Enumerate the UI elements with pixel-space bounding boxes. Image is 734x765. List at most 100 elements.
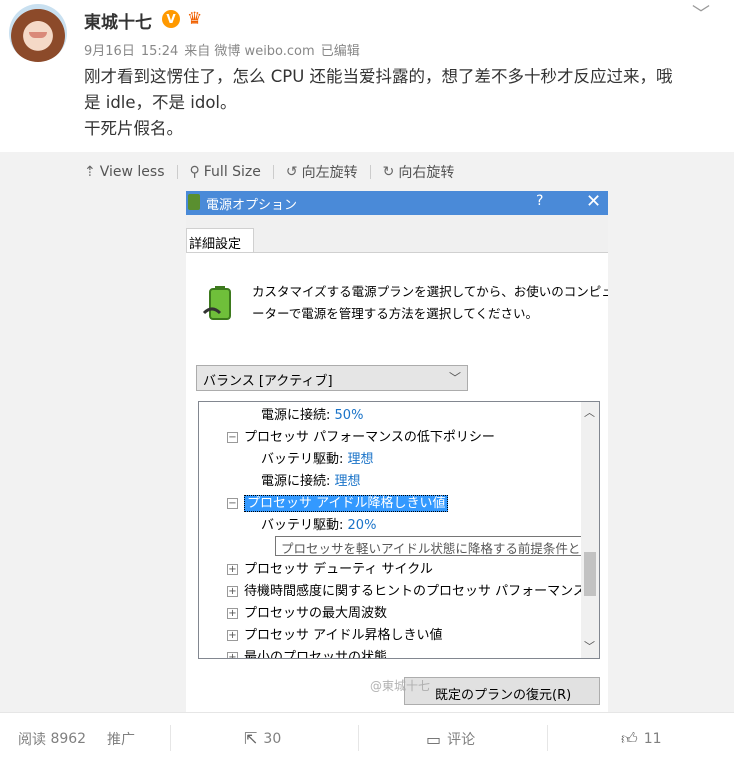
rotate-left-button[interactable]: ↺ 向左旋转: [286, 162, 358, 182]
thumbs-up-icon: 👍︎: [621, 729, 638, 748]
verified-badge-icon: V: [162, 10, 180, 28]
chevron-down-icon[interactable]: ﹀: [692, 0, 716, 25]
rotate-left-label: 向左旋转: [301, 165, 358, 181]
divider: [176, 165, 178, 179]
full-size-label: Full Size: [203, 164, 261, 180]
power-plan-select: バランス [アクティブ] ﹀: [196, 365, 468, 391]
chevron-down-icon: ﹀: [448, 371, 461, 385]
arrow-up-icon: ⇡: [84, 164, 96, 180]
like-count: 11: [643, 731, 662, 747]
scroll-thumb: [584, 552, 596, 596]
content-line: 是 idle，不是 idol。: [84, 93, 237, 112]
rotate-right-label: 向右旋转: [398, 165, 455, 181]
dialog-titlebar: 電源オプション ? ✕: [186, 191, 608, 215]
view-less-button[interactable]: ⇡ View less: [84, 164, 165, 180]
expand-icon: +: [227, 586, 238, 597]
tree-row-label: 待機時間感度に関するヒントのプロセッサ パフォーマンス: [244, 584, 586, 599]
expand-icon: +: [227, 630, 238, 641]
crown-icon: ♛: [187, 9, 203, 29]
settings-tree: 電源に接続: 50% − プロセッサ パフォーマンスの低下ポリシー バッテリ駆動: 理…: [198, 401, 600, 659]
tree-row: バッテリ駆動: 理想: [261, 450, 374, 472]
like-button[interactable]: 👍︎ 11: [621, 729, 662, 749]
power-options-screenshot[interactable]: 電源オプション ? ✕ 詳細設定 カスタマイズする電源プランを選択してから、お使…: [186, 191, 608, 712]
weibo-post: 東城十七 V ♛ ﹀ 9月16日 15:24 来自 微博 weibo.com 已编辑 …: [0, 0, 734, 765]
tree-row-value: 20%: [347, 518, 377, 533]
full-size-button[interactable]: ⚲ Full Size: [190, 164, 261, 180]
tree-row-label: プロセッサ デューティ サイクル: [244, 562, 433, 577]
post-date[interactable]: 9月16日: [84, 44, 135, 59]
rotate-left-icon: ↺: [285, 164, 298, 180]
media-toolbar: ⇡ View less ⚲ Full Size ↺ 向左旋转 ↻ 向右旋转: [84, 162, 454, 182]
tree-row-label: バッテリ駆動:: [261, 452, 344, 467]
collapse-icon: −: [227, 432, 238, 443]
tab-advanced-settings: 詳細設定: [186, 228, 254, 253]
tree-row: 電源に接続: 50%: [261, 406, 363, 428]
close-icon: ✕: [586, 191, 602, 212]
promote-button[interactable]: 推广: [107, 729, 135, 749]
read-count: 阅读 8962: [18, 729, 86, 749]
divider: [358, 725, 359, 751]
description-line: ーターで電源を管理する方法を選択してください。: [252, 306, 539, 321]
repost-count: 30: [263, 730, 282, 747]
tree-row-label: 最小のプロセッサの状態: [244, 650, 388, 659]
divider: [369, 165, 371, 179]
comment-icon: ▭: [426, 729, 442, 749]
post-meta: 9月16日 15:24 来自 微博 weibo.com 已编辑: [84, 40, 366, 59]
tree-row: バッテリ駆動: 20%: [261, 516, 376, 538]
divider: [547, 725, 548, 751]
repost-icon: ⇱: [244, 729, 258, 748]
magnifier-icon: ⚲: [189, 164, 200, 180]
dialog-title: 電源オプション: [206, 198, 298, 213]
tooltip: プロセッサを軽いアイドル状態に降格する前提条件とする上: [275, 536, 599, 556]
post-action-bar: 阅读 8962 推广 ⇱ 30 ▭ 评论 👍︎ 11: [0, 712, 734, 762]
content-line: 刚才看到这愣住了，怎么 CPU 还能当爱抖露的，想了差不多十秒才反应过来，哦: [84, 67, 673, 86]
tree-row: − プロセッサ パフォーマンスの低下ポリシー: [227, 428, 495, 450]
expand-icon: +: [227, 652, 238, 658]
post-source: 来自 微博 weibo.com: [184, 44, 315, 59]
tree-row: + プロセッサ デューティ サイクル: [227, 560, 433, 582]
divider: [272, 165, 274, 179]
watermark: @東城十七: [370, 679, 431, 693]
tree-row-selected: − プロセッサ アイドル降格しきい値: [227, 494, 449, 516]
dialog-description: カスタマイズする電源プランを選択してから、お使いのコンピュ ーターで電源を管理す…: [252, 281, 608, 325]
tree-row-label: プロセッサ アイドル昇格しきい値: [244, 628, 443, 643]
promote-label: 推广: [107, 732, 135, 748]
tree-row: + プロセッサ アイドル昇格しきい値: [227, 626, 442, 648]
post-time[interactable]: 15:24: [141, 44, 178, 59]
read-label: 阅读: [18, 732, 46, 748]
description-line: カスタマイズする電源プランを選択してから、お使いのコンピュ: [252, 284, 608, 299]
read-value: 8962: [50, 731, 87, 747]
scrollbar: ︿ ﹀: [581, 402, 599, 658]
expand-icon: +: [227, 564, 238, 575]
divider: [170, 725, 171, 751]
media-area: ⇡ View less ⚲ Full Size ↺ 向左旋转 ↻ 向右旋转 電源オプショ…: [0, 152, 734, 712]
avatar[interactable]: [9, 4, 67, 62]
repost-button[interactable]: ⇱ 30: [244, 729, 281, 748]
tree-row-label: プロセッサの最大周波数: [244, 606, 388, 621]
comment-label: 评论: [447, 732, 476, 748]
tree-row: + 最小のプロセッサの状態: [227, 648, 388, 659]
power-options-icon: [188, 194, 200, 210]
battery-icon: [202, 286, 231, 320]
tree-row: 電源に接続: 理想: [261, 472, 361, 494]
comment-button[interactable]: ▭ 评论: [426, 729, 475, 749]
tree-row-value: 50%: [334, 408, 364, 423]
tree-row-label: プロセッサ アイドル降格しきい値: [244, 495, 449, 512]
collapse-icon: −: [227, 498, 238, 509]
tree-row-label: 電源に接続:: [261, 408, 331, 423]
rotate-right-icon: ↻: [382, 164, 395, 180]
scroll-up-icon: ︿: [584, 406, 595, 419]
tree-row: + 待機時間感度に関するヒントのプロセッサ パフォーマンス: [227, 582, 586, 604]
tree-row-value: 理想: [347, 452, 374, 467]
edited-label[interactable]: 已编辑: [321, 44, 360, 59]
power-plan-value: バランス [アクティブ]: [203, 374, 333, 389]
tab-panel: カスタマイズする電源プランを選択してから、お使いのコンピュ ーターで電源を管理す…: [186, 252, 608, 712]
username[interactable]: 東城十七: [84, 8, 152, 33]
tree-row-label: 電源に接続:: [261, 474, 331, 489]
tree-row-label: プロセッサ パフォーマンスの低下ポリシー: [244, 430, 495, 445]
rotate-right-button[interactable]: ↻ 向右旋转: [383, 162, 455, 182]
help-button: ?: [536, 193, 544, 209]
tree-row-label: バッテリ駆動:: [261, 518, 344, 533]
scroll-down-icon: ﹀: [584, 640, 595, 653]
expand-icon: +: [227, 608, 238, 619]
